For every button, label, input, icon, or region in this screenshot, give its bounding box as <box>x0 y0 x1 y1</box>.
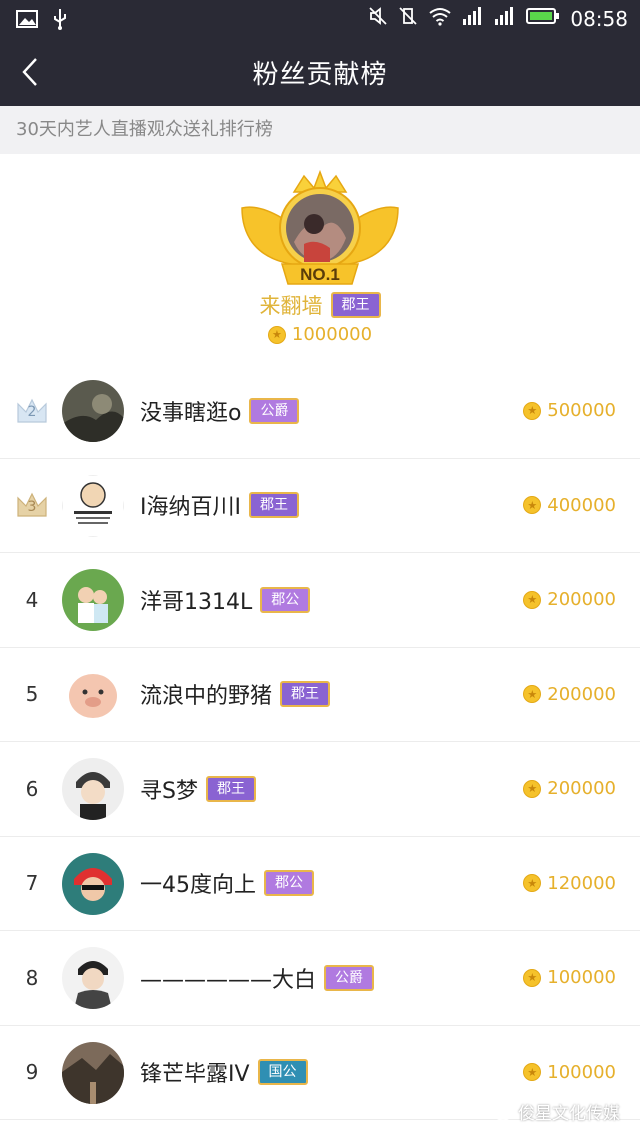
avatar[interactable] <box>62 852 124 915</box>
rank-title-badge: 郡公 <box>264 870 314 896</box>
user-name: 寻S梦 <box>140 778 198 804</box>
rank-title-badge: 郡王 <box>280 681 331 707</box>
user-name: 流浪中的野猪 <box>140 684 273 709</box>
rank-title: 郡王 <box>259 497 288 513</box>
rank-title: 公爵 <box>335 969 364 986</box>
rank-number: 9 <box>25 1060 39 1084</box>
user-name: I海纳百川I <box>140 495 241 520</box>
avatar[interactable] <box>62 947 124 1009</box>
list-item[interactable]: 8 ——————大白 公爵 ★ 100000 <box>0 931 640 1026</box>
coin-icon: ★ <box>523 968 542 987</box>
coin-icon: ★ <box>523 496 542 514</box>
champion-name: 来翻墙 <box>259 294 323 318</box>
user-name: ——————大白 <box>140 967 317 993</box>
rank-title-badge: 公爵 <box>249 397 300 424</box>
user-score: 100000 <box>547 1061 616 1083</box>
rank-crown-bronze: 3 <box>14 459 50 552</box>
user-score: 200000 <box>547 778 616 799</box>
title-bar: 粉丝贡献榜 <box>0 38 640 106</box>
list-item[interactable]: 2 没事瞎逛o 公爵 ★ 500000 <box>0 364 640 459</box>
avatar[interactable] <box>62 380 124 442</box>
vibrate-off-icon <box>398 6 418 31</box>
rank-number: 8 <box>25 965 39 990</box>
user-name: 一45度向上 <box>140 873 256 898</box>
rank-number: 7 <box>25 871 39 895</box>
coin-icon: ★ <box>523 590 542 609</box>
list-item[interactable]: 6 寻S梦 郡王 ★ 200000 <box>0 742 640 837</box>
user-score: 200000 <box>547 589 616 610</box>
user-name: 锋芒毕露IV <box>140 1062 250 1087</box>
watermark-text: 俊星文化传媒 <box>518 1104 620 1124</box>
status-bar: 08:58 <box>0 0 640 38</box>
usb-icon <box>52 8 68 34</box>
rank-title: 郡公 <box>275 875 303 891</box>
rank-title-badge: 国公 <box>257 1059 308 1085</box>
rank-title: 郡王 <box>216 780 245 797</box>
page-title: 粉丝贡献榜 <box>252 60 388 90</box>
rank-title-badge: 公爵 <box>324 964 375 991</box>
signal-icon <box>462 6 484 31</box>
avatar[interactable] <box>62 474 124 537</box>
user-score: 400000 <box>547 494 616 516</box>
ranking-list: 2 没事瞎逛o 公爵 ★ 500000 3 I海纳百川I 郡王 ★ 400000 <box>0 364 640 1120</box>
champion-rank-badge: 郡王 <box>330 292 381 318</box>
rank-number: 4 <box>25 587 39 612</box>
avatar[interactable] <box>62 569 124 631</box>
rank-title-badge: 郡公 <box>260 586 311 613</box>
user-score: 500000 <box>547 400 616 421</box>
mute-icon <box>368 6 388 31</box>
rank-title: 国公 <box>268 1064 297 1080</box>
user-name: 洋哥1314L <box>140 589 253 615</box>
coin-icon: ★ <box>523 685 542 703</box>
wifi-icon <box>428 6 452 31</box>
champion-no1-label: NO.1 <box>300 265 340 284</box>
battery-icon <box>526 6 560 31</box>
wechat-icon <box>486 1101 512 1121</box>
coin-icon: ★ <box>523 401 542 420</box>
coin-icon: ★ <box>267 325 286 344</box>
rank-title: 郡公 <box>271 591 300 608</box>
list-item[interactable]: 5 流浪中的野猪 郡王 ★ 200000 <box>0 648 640 742</box>
avatar[interactable] <box>62 758 124 820</box>
list-item[interactable]: 3 I海纳百川I 郡王 ★ 400000 <box>0 459 640 553</box>
rank-crown-silver: 2 <box>14 364 50 457</box>
signal-icon-2 <box>494 6 516 31</box>
user-name: 没事瞎逛o <box>140 400 242 426</box>
rank-number: 2 <box>27 404 37 420</box>
user-score: 100000 <box>547 967 616 988</box>
user-score: 200000 <box>547 683 616 705</box>
coin-icon: ★ <box>523 779 542 798</box>
rank-title: 公爵 <box>260 402 289 419</box>
rank-title: 郡王 <box>291 686 320 702</box>
rank-number: 6 <box>25 776 39 801</box>
rank-title-badge: 郡王 <box>248 492 299 518</box>
list-item[interactable]: 4 洋哥1314L 郡公 ★ 200000 <box>0 553 640 648</box>
rank-number: 3 <box>27 498 37 515</box>
champion-card[interactable]: NO.1 来翻墙 郡王 ★ 1000000 <box>0 160 640 360</box>
avatar[interactable] <box>62 1041 124 1104</box>
coin-icon: ★ <box>523 1063 542 1081</box>
avatar[interactable] <box>62 663 124 726</box>
gallery-icon <box>16 9 38 33</box>
rank-number: 5 <box>25 682 39 706</box>
rank-title-badge: 郡王 <box>205 775 256 802</box>
user-score: 120000 <box>547 872 616 894</box>
subtitle: 30天内艺人直播观众送礼排行榜 <box>0 106 640 154</box>
watermark: 俊星文化传媒 <box>486 1099 620 1124</box>
champion-score: 1000000 <box>291 324 373 345</box>
champion-rank-title: 郡王 <box>341 297 370 313</box>
list-item[interactable]: 7 一45度向上 郡公 ★ 120000 <box>0 837 640 931</box>
champion-crown-badge: NO.1 <box>241 169 399 285</box>
coin-icon: ★ <box>523 874 542 892</box>
status-time: 08:58 <box>570 6 628 31</box>
